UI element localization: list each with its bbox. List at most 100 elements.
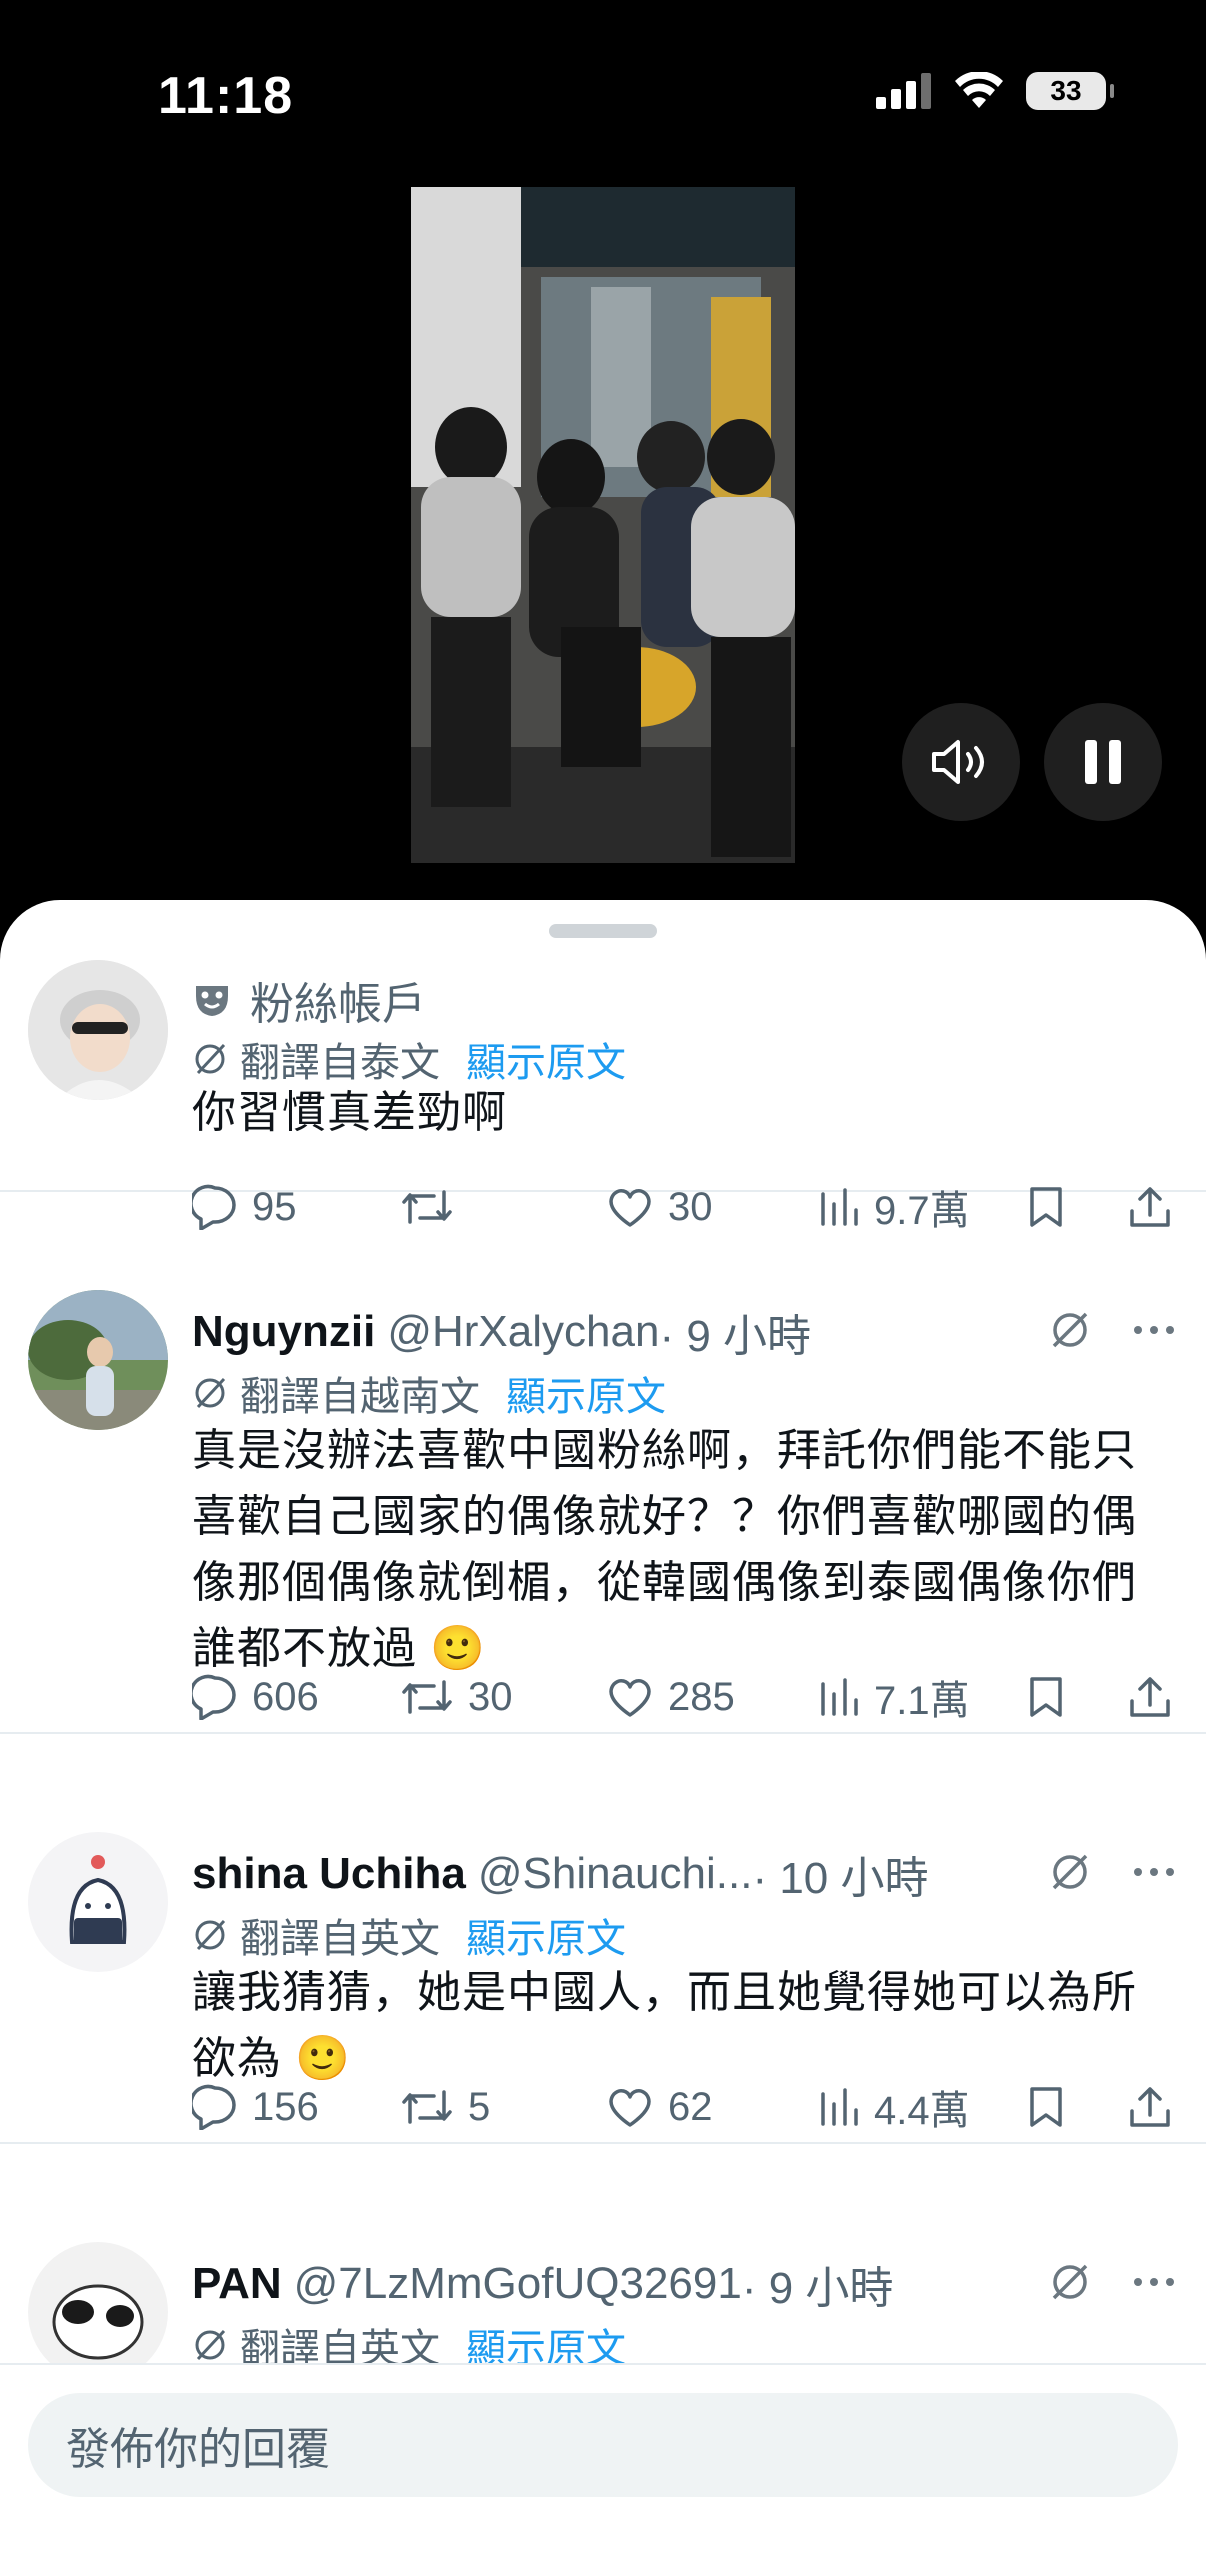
repost-icon <box>402 1680 452 1714</box>
more-icon[interactable] <box>1132 1324 1176 1336</box>
battery-indicator: 33 <box>1026 72 1114 110</box>
pause-icon <box>1085 740 1121 784</box>
views-count: 7.1萬 <box>874 1679 970 1723</box>
reply-icon <box>192 1184 236 1230</box>
share-button[interactable] <box>1128 1675 1172 1719</box>
wifi-icon <box>955 72 1003 108</box>
mute-button[interactable] <box>902 703 1020 821</box>
bookmark-icon <box>1030 1677 1062 1717</box>
views-count: 9.7萬 <box>874 1189 970 1233</box>
video-frame <box>411 187 795 863</box>
like-count: 285 <box>668 1674 735 1719</box>
reply-tweet[interactable]: shina Uchiha @Shinauchi... · 10 小時 翻譯自英文… <box>0 1832 1206 2144</box>
views-count: 4.4萬 <box>874 2089 970 2133</box>
bookmark-icon <box>1030 2087 1062 2127</box>
share-icon <box>1130 1677 1170 1717</box>
show-original-link[interactable]: 顯示原文 <box>506 1364 666 1422</box>
like-button[interactable]: 62 <box>606 2085 818 2130</box>
tweet-menu <box>1048 1850 1176 1894</box>
reply-icon <box>192 2084 236 2130</box>
translated-from: 翻譯自英文 <box>240 1917 440 1961</box>
sheet-drag-handle[interactable] <box>549 924 657 938</box>
translate-icon <box>195 1919 226 1951</box>
display-name[interactable]: PAN <box>192 2259 282 2309</box>
share-button[interactable] <box>1128 1185 1172 1229</box>
show-original-link[interactable]: 顯示原文 <box>466 1906 626 1964</box>
tweet-menu <box>1048 2260 1176 2304</box>
reply-button[interactable]: 606 <box>192 1674 400 1720</box>
views-icon <box>821 1678 858 1716</box>
translation-line: 翻譯自越南文 顯示原文 <box>192 1364 666 1422</box>
author-line: Nguynzii @HrXalychan · 9 小時 <box>192 1300 811 1364</box>
more-icon[interactable] <box>1132 1866 1176 1878</box>
reply-count: 95 <box>252 1184 297 1229</box>
views-button[interactable]: 7.1萬 <box>818 1668 1028 1726</box>
grok-icon[interactable] <box>1048 2260 1092 2304</box>
tweet-text: 讓我猜猜，她是中國人，而且她覺得她可以為所欲為 🙂 <box>192 1968 1137 2083</box>
bookmark-button[interactable] <box>1028 1675 1128 1719</box>
repost-button[interactable] <box>400 1186 606 1228</box>
reply-input[interactable]: 發佈你的回覆 <box>28 2393 1178 2497</box>
timestamp: · 10 小時 <box>752 1854 929 1903</box>
translation-line: 翻譯自英文 顯示原文 <box>192 1906 626 1964</box>
action-bar: 606 30 285 7.1萬 <box>192 1668 1176 1726</box>
bookmark-button[interactable] <box>1028 1185 1128 1229</box>
display-name[interactable]: Nguynzii <box>192 1307 375 1357</box>
more-icon[interactable] <box>1132 2276 1176 2288</box>
mask-icon <box>196 986 228 1016</box>
like-icon <box>609 2088 651 2127</box>
like-button[interactable]: 30 <box>606 1185 818 1230</box>
translate-icon <box>195 1043 226 1075</box>
bookmark-button[interactable] <box>1028 2085 1128 2129</box>
mute-icon <box>932 740 984 784</box>
author-line: PAN @7LzMmGofUQ32691 · 9 小時 <box>192 2252 893 2316</box>
reply-count: 156 <box>252 2084 319 2129</box>
repost-button[interactable]: 30 <box>400 1675 606 1720</box>
share-button[interactable] <box>1128 2085 1172 2129</box>
grok-icon[interactable] <box>1048 1308 1092 1352</box>
like-count: 30 <box>668 1184 713 1229</box>
avatar[interactable] <box>28 1290 168 1430</box>
repost-count: 5 <box>468 2084 491 2129</box>
views-icon <box>821 2088 858 2126</box>
views-button[interactable]: 4.4萬 <box>818 2078 1028 2136</box>
views-button[interactable]: 9.7萬 <box>818 1178 1028 1236</box>
tweet-text: 真是沒辦法喜歡中國粉絲啊，拜託你們能不能只喜歡自己國家的偶像就好？？你們喜歡哪國… <box>192 1426 1137 1673</box>
reply-button[interactable]: 95 <box>192 1184 400 1230</box>
pause-button[interactable] <box>1044 703 1162 821</box>
reply-count: 606 <box>252 1674 319 1719</box>
like-button[interactable]: 285 <box>606 1675 818 1720</box>
user-handle[interactable]: @7LzMmGofUQ32691 <box>294 2259 742 2309</box>
status-icons: 33 <box>876 72 1114 110</box>
reply-composer-bar: 發佈你的回覆 <box>0 2363 1206 2557</box>
repost-icon <box>402 1190 452 1224</box>
repost-count: 30 <box>468 1674 513 1719</box>
reply-tweet[interactable]: Nguynzii @HrXalychan · 9 小時 翻譯自越南文 顯示原文 … <box>0 1290 1206 1734</box>
video-player[interactable] <box>411 187 795 863</box>
grok-icon[interactable] <box>1048 1850 1092 1894</box>
views-icon <box>821 1188 858 1226</box>
display-name[interactable]: shina Uchiha <box>192 1849 466 1899</box>
reply-button[interactable]: 156 <box>192 2084 400 2130</box>
replies-sheet[interactable]: 粉絲帳戶 翻譯自泰文 顯示原文 你習慣真差勁啊 95 30 9.7萬 Nguyn… <box>0 900 1206 2555</box>
action-bar: 156 5 62 4.4萬 <box>192 2078 1176 2136</box>
user-handle[interactable]: @Shinauchi... <box>478 1849 753 1899</box>
repost-button[interactable]: 5 <box>400 2085 606 2130</box>
account-label: 粉絲帳戶 <box>250 980 426 1029</box>
reply-icon <box>192 1674 236 1720</box>
avatar[interactable] <box>28 1832 168 1972</box>
account-label-line: 粉絲帳戶 <box>192 968 426 1032</box>
translate-icon <box>195 1377 226 1409</box>
signal-icon <box>876 73 931 109</box>
timestamp: · 9 小時 <box>659 1312 812 1361</box>
status-time: 11:18 <box>158 67 294 125</box>
avatar[interactable] <box>28 2242 168 2382</box>
tweet-text: 你習慣真差勁啊 <box>192 1088 507 1137</box>
bookmark-icon <box>1030 1187 1062 1227</box>
reply-tweet[interactable]: 粉絲帳戶 翻譯自泰文 顯示原文 你習慣真差勁啊 95 30 9.7萬 <box>0 960 1206 1233</box>
share-icon <box>1130 2087 1170 2127</box>
action-bar: 95 30 9.7萬 <box>192 1178 1176 1236</box>
user-handle[interactable]: @HrXalychan <box>387 1307 659 1357</box>
avatar[interactable] <box>28 960 168 1100</box>
share-icon <box>1130 1187 1170 1227</box>
